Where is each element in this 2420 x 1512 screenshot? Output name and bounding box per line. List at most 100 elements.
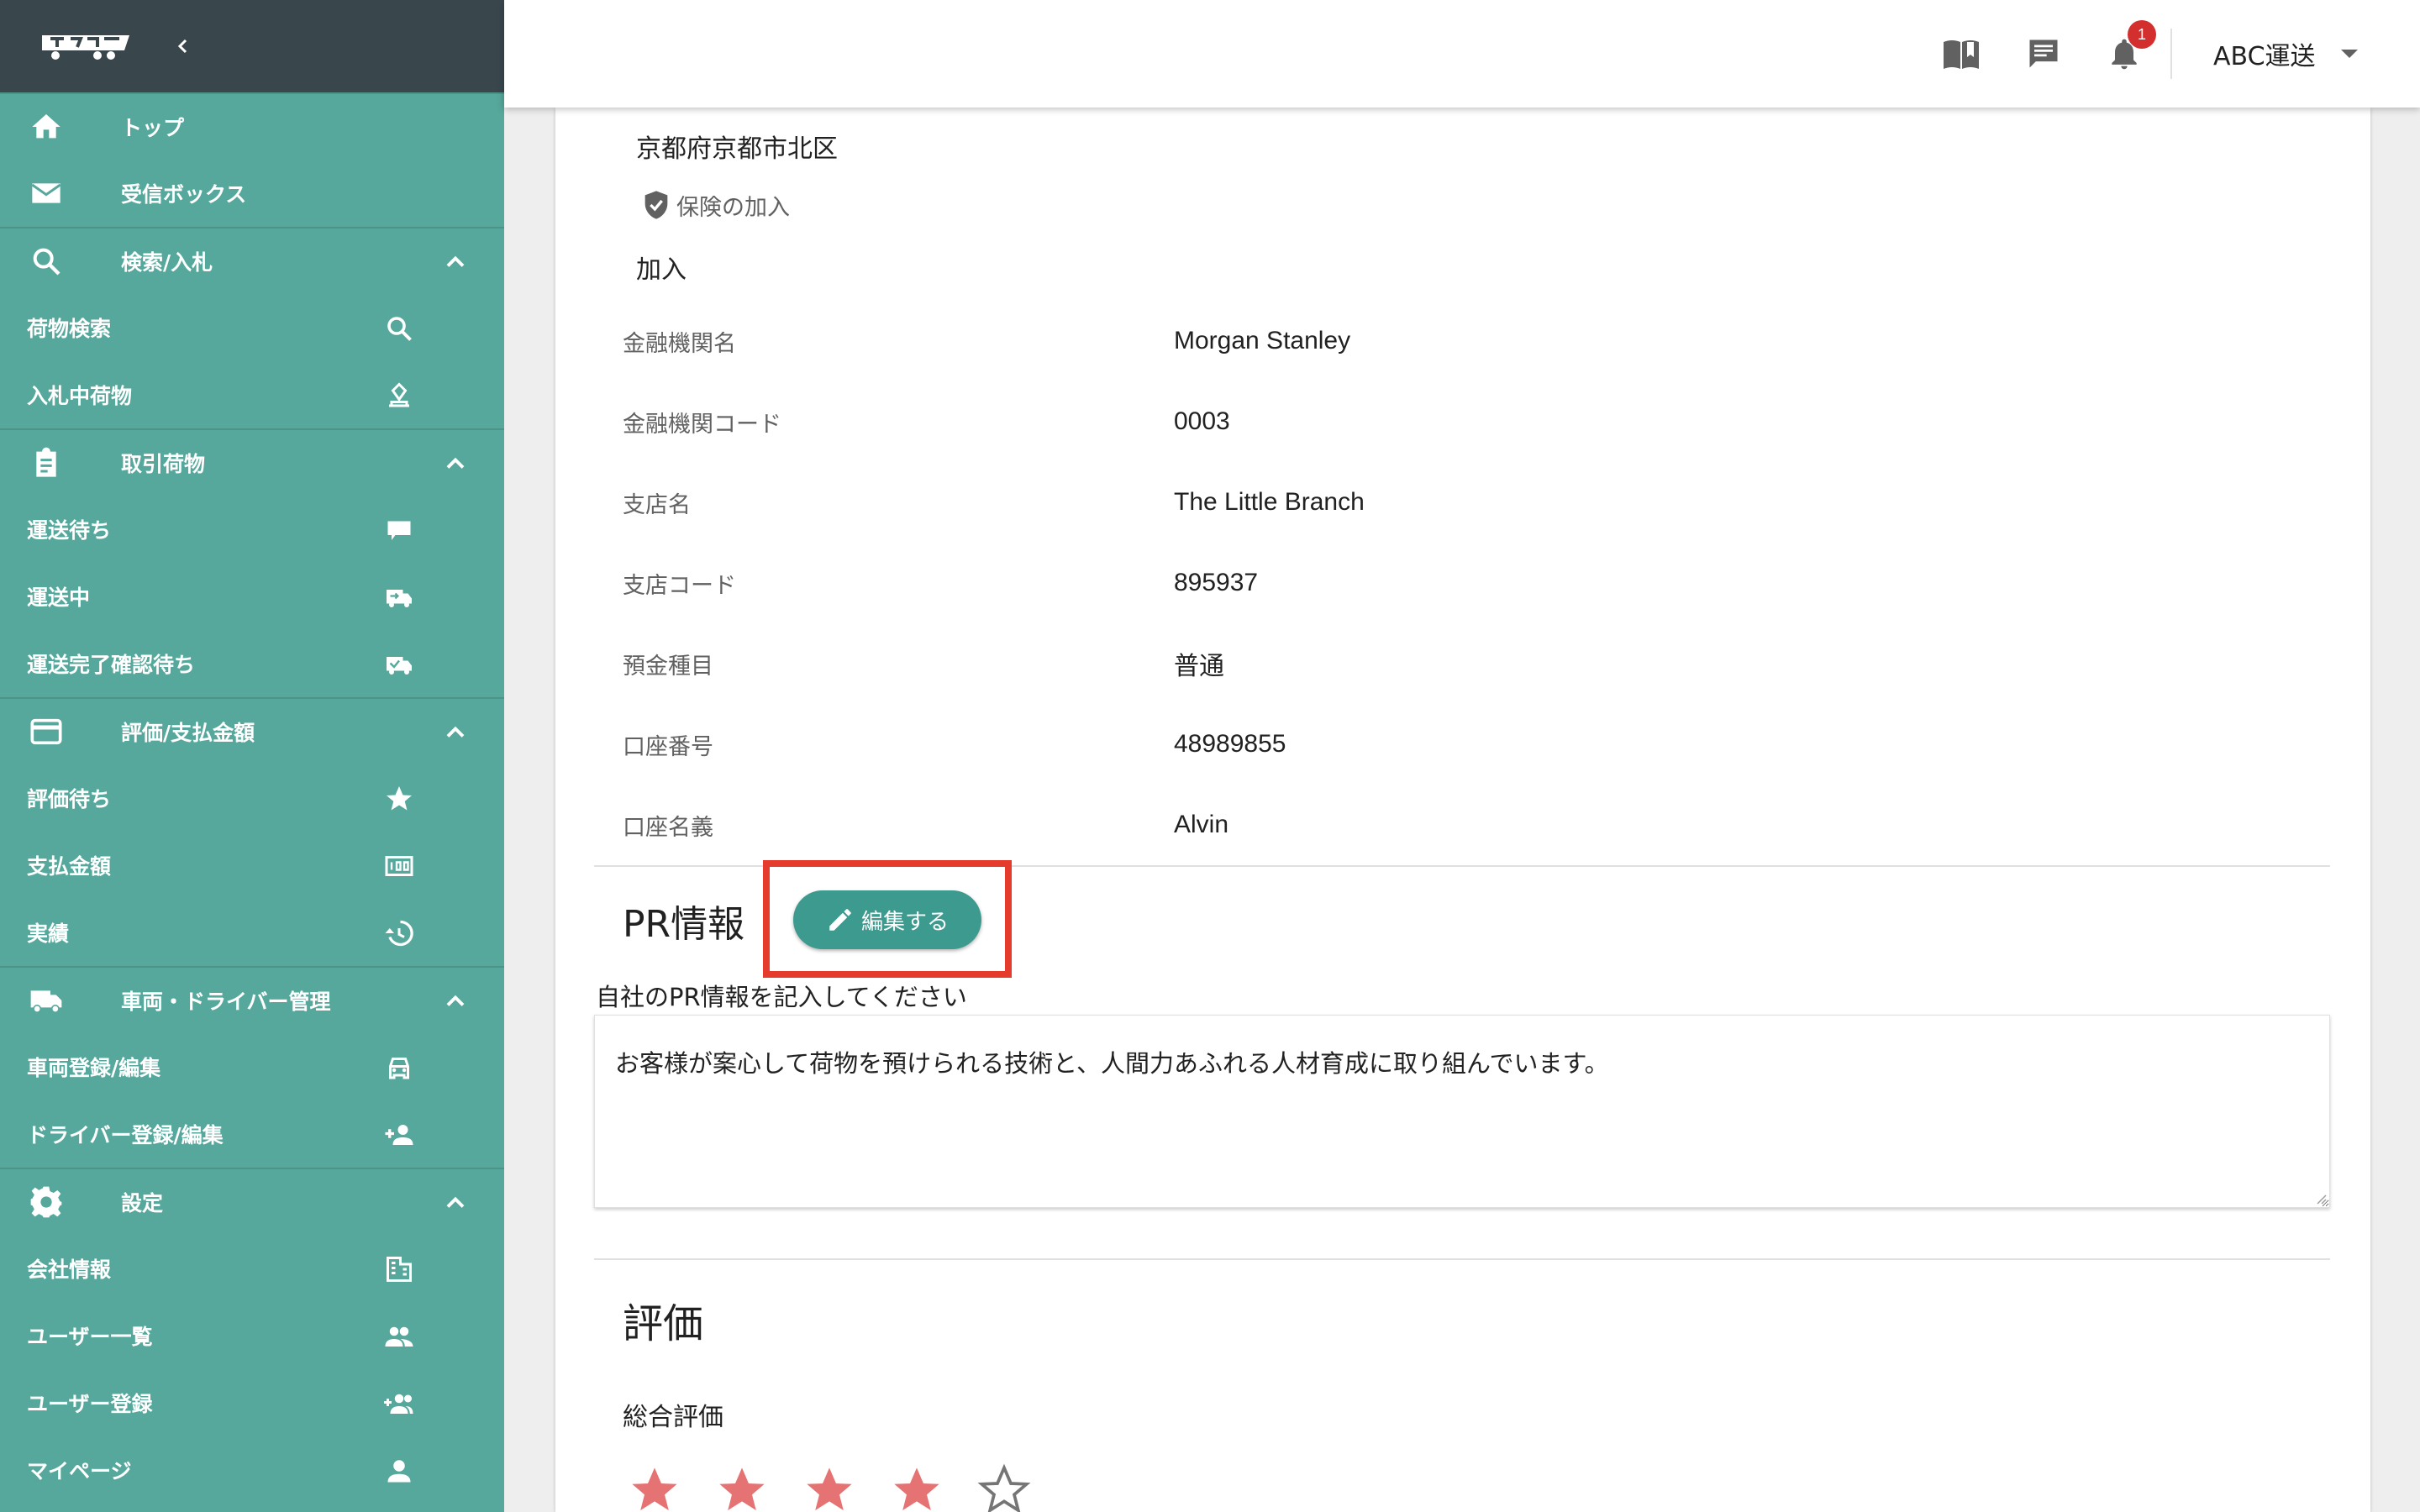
sidebar-item-label: 運送完了確認待ち	[27, 653, 196, 677]
sidebar-section-9[interactable]: 評価/支払金額	[0, 697, 504, 764]
sidebar-item-icon	[381, 378, 417, 413]
sidebar-item-icon	[381, 916, 417, 951]
sidebar-item-icon	[381, 512, 417, 548]
sidebar-item-icon	[381, 1453, 417, 1488]
sidebar-item-19[interactable]: ユーザー登録	[0, 1369, 504, 1436]
resize-grip-icon[interactable]	[2313, 1191, 2327, 1205]
sidebar-section-2[interactable]: 検索/入札	[0, 227, 504, 294]
account-menu[interactable]: ABC運送	[2213, 37, 2358, 71]
sidebar-item-label: 評価待ち	[27, 787, 112, 811]
sidebar-item-7[interactable]: 運送中	[0, 563, 504, 630]
collapse-sidebar-button[interactable]	[166, 29, 200, 63]
logo-truck-icon	[42, 35, 129, 60]
sidebar-item-label: 支払金額	[27, 854, 112, 879]
sidebar-item-0[interactable]: トップ	[0, 92, 504, 160]
topbar-divider	[2170, 29, 2172, 79]
star-rating	[611, 1463, 1048, 1512]
chat-icon	[2029, 39, 2058, 68]
bank-info-value: 895937	[1174, 569, 1259, 596]
sidebar-item-label: 運送中	[27, 585, 91, 610]
sidebar-item-label: 実績	[27, 921, 70, 946]
person-icon	[387, 1460, 411, 1483]
sidebar-item-10[interactable]: 評価待ち	[0, 764, 504, 832]
sidebar-section-5[interactable]: 取引荷物	[0, 428, 504, 496]
chevron-up-icon[interactable]	[440, 1188, 471, 1218]
sidebar-item-label: 検索/入札	[121, 250, 213, 275]
logo[interactable]	[39, 32, 133, 60]
search-icon	[33, 248, 60, 276]
verified-shield-icon	[644, 191, 668, 219]
sidebar-item-icon	[381, 580, 417, 615]
sidebar-item-12[interactable]: 実績	[0, 899, 504, 966]
sidebar-item-icon	[29, 983, 64, 1018]
sidebar-item-label: ユーザー一覧	[27, 1325, 153, 1349]
star-filled-icon	[698, 1463, 786, 1512]
star-icon	[387, 786, 412, 811]
star-filled-icon	[873, 1463, 960, 1512]
sidebar-item-14[interactable]: 車両登録/編集	[0, 1033, 504, 1100]
address-value: 京都府京都市北区	[636, 134, 838, 164]
messages-button[interactable]	[2023, 34, 2064, 74]
sidebar-item-11[interactable]: 支払金額	[0, 832, 504, 899]
sidebar-item-4[interactable]: 入札中荷物	[0, 361, 504, 428]
caret-down-icon	[2340, 50, 2358, 58]
sidebar-item-18[interactable]: ユーザー一覧	[0, 1302, 504, 1369]
notification-badge: 1	[2128, 20, 2156, 49]
chevron-up-icon[interactable]	[440, 449, 471, 479]
sidebar-item-17[interactable]: 会社情報	[0, 1235, 504, 1302]
sidebar-item-icon	[381, 311, 417, 346]
bank-info-label: 支店コード	[623, 572, 736, 599]
chevron-left-icon	[177, 39, 187, 54]
sidebar-item-label: 車両登録/編集	[27, 1056, 161, 1080]
sidebar: トップ受信ボックス検索/入札荷物検索入札中荷物取引荷物運送待ち運送中運送完了確認…	[0, 0, 504, 1512]
home-icon	[32, 114, 60, 139]
credit-card-icon	[30, 718, 62, 745]
people-icon	[385, 1326, 413, 1347]
sidebar-item-icon	[381, 848, 417, 884]
sidebar-item-label: 評価/支払金額	[121, 721, 255, 745]
bank-info-value: Morgan Stanley	[1174, 327, 1351, 354]
bank-info-label: 金融機関コード	[623, 411, 781, 438]
clipboard-icon	[36, 447, 56, 477]
sidebar-item-3[interactable]: 荷物検索	[0, 294, 504, 361]
search-icon	[387, 317, 412, 341]
bank-info-row: 支店コード 895937	[623, 558, 1883, 608]
bank-info-value: 0003	[1174, 407, 1230, 435]
bank-info-row: 金融機関コード 0003	[623, 396, 1883, 447]
bank-info-row: 口座名義 Alvin	[623, 800, 1883, 850]
person-add-icon	[385, 1125, 413, 1145]
bank-info-row: 支店名 The Little Branch	[623, 477, 1883, 528]
truck-check-icon	[387, 657, 412, 675]
bank-info-value: The Little Branch	[1174, 488, 1365, 516]
sidebar-item-15[interactable]: ドライバー登録/編集	[0, 1100, 504, 1168]
sidebar-item-20[interactable]: マイページ	[0, 1436, 504, 1504]
sidebar-item-8[interactable]: 運送完了確認待ち	[0, 630, 504, 697]
sidebar-item-label: マイページ	[27, 1459, 132, 1483]
evaluation-title: 評価	[623, 1300, 704, 1347]
sidebar-item-label: 車両・ドライバー管理	[121, 990, 331, 1014]
bank-info-label: 口座名義	[623, 814, 713, 841]
building-icon	[387, 1257, 412, 1282]
group-add-icon	[384, 1394, 413, 1414]
bank-info-label: 口座番号	[623, 733, 713, 760]
sidebar-section-16[interactable]: 設定	[0, 1168, 504, 1235]
manual-button[interactable]	[1941, 34, 1981, 74]
sidebar-section-13[interactable]: 車両・ドライバー管理	[0, 966, 504, 1033]
pr-textarea[interactable]: お客様が案心して荷物を預けられる技術と、人間力あふれる人材育成に取り組んでいます…	[594, 1015, 2330, 1208]
sidebar-item-label: 運送待ち	[27, 518, 112, 543]
star-filled-icon	[611, 1463, 698, 1512]
chevron-up-icon[interactable]	[440, 247, 471, 277]
chevron-up-icon[interactable]	[440, 986, 471, 1016]
sidebar-item-6[interactable]: 運送待ち	[0, 496, 504, 563]
pr-section-title: PR情報	[623, 903, 745, 946]
insurance-value: 加入	[636, 255, 687, 285]
sidebar-item-label: 荷物検索	[27, 317, 112, 341]
chevron-up-icon[interactable]	[440, 717, 471, 748]
money-icon	[385, 856, 413, 876]
sidebar-item-1[interactable]: 受信ボックス	[0, 160, 504, 227]
bank-info-row: 金融機関名 Morgan Stanley	[623, 316, 1883, 366]
sidebar-item-label: 入札中荷物	[27, 384, 133, 408]
bank-info-label: 預金種目	[623, 653, 713, 680]
sidebar-item-icon	[381, 1386, 417, 1421]
sidebar-item-label: トップ	[121, 116, 185, 140]
